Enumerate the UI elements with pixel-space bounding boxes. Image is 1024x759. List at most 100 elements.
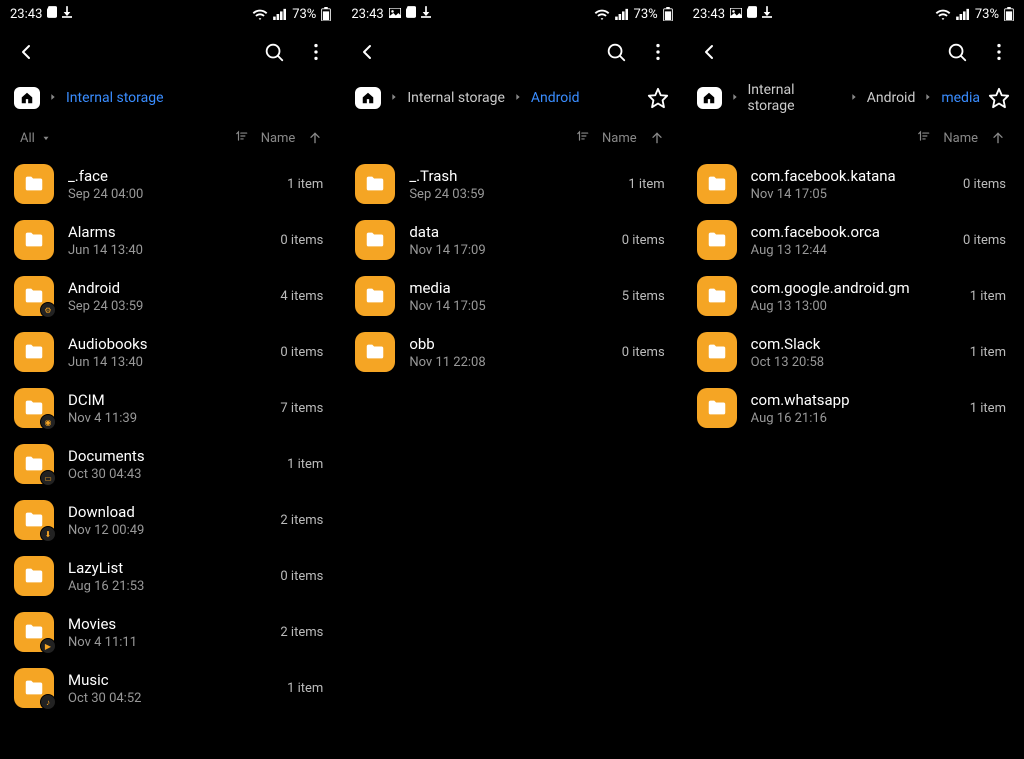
status-screenshot-icon (389, 7, 401, 22)
favorite-star-button[interactable] (647, 87, 669, 109)
folder-name: media (409, 279, 607, 297)
folder-row[interactable]: ◉DCIMNov 4 11:397 items (0, 380, 341, 436)
breadcrumb-item[interactable]: Internal storage (66, 90, 164, 106)
breadcrumb-item[interactable]: Internal storage (407, 90, 505, 106)
folder-row[interactable]: ▭DocumentsOct 30 04:431 item (0, 436, 341, 492)
wifi-icon (935, 8, 951, 20)
folder-item-count: 2 items (280, 513, 323, 528)
sort-bar: All Name (0, 120, 341, 156)
back-button[interactable] (355, 40, 379, 64)
folder-name: obb (409, 335, 607, 353)
clock: 23:43 (351, 7, 383, 22)
battery-icon (1004, 7, 1014, 21)
folder-icon (697, 276, 737, 316)
folder-item-count: 1 item (287, 177, 323, 192)
file-manager-screen: 23:4373% Internal storage All Name _.faceSep… (0, 0, 341, 759)
folder-row[interactable]: ⬇DownloadNov 12 00:492 items (0, 492, 341, 548)
clock: 23:43 (10, 7, 42, 22)
folder-date: Oct 30 04:52 (68, 691, 273, 706)
filter-all-dropdown[interactable]: All (20, 131, 51, 146)
file-list[interactable]: _.TrashSep 24 03:591 itemdataNov 14 17:0… (341, 156, 682, 759)
folder-date: Aug 16 21:53 (68, 579, 266, 594)
folder-row[interactable]: com.SlackOct 13 20:581 item (683, 324, 1024, 380)
folder-name: com.Slack (751, 335, 956, 353)
folder-row[interactable]: ♪MusicOct 30 04:521 item (0, 660, 341, 716)
breadcrumb-home-button[interactable] (697, 87, 722, 109)
folder-row[interactable]: AlarmsJun 14 13:400 items (0, 212, 341, 268)
battery-icon (663, 7, 673, 21)
more-options-button[interactable] (988, 41, 1010, 63)
breadcrumb-item[interactable]: media (941, 90, 980, 106)
file-list[interactable]: com.facebook.katanaNov 14 17:050 itemsco… (683, 156, 1024, 759)
folder-row[interactable]: mediaNov 14 17:055 items (341, 268, 682, 324)
folder-item-count: 4 items (280, 289, 323, 304)
battery-percent: 73% (975, 7, 999, 22)
more-options-button[interactable] (647, 41, 669, 63)
back-button[interactable] (14, 40, 38, 64)
sort-bar: Name (683, 120, 1024, 156)
folder-icon (355, 276, 395, 316)
wifi-icon (252, 8, 268, 20)
breadcrumb: Internal storage Android (341, 76, 682, 120)
sort-direction-button[interactable] (990, 130, 1006, 146)
folder-icon: ◉ (14, 388, 54, 428)
breadcrumb-item[interactable]: Internal storage (748, 82, 841, 114)
app-bar (683, 28, 1024, 76)
folder-row[interactable]: AudiobooksJun 14 13:400 items (0, 324, 341, 380)
folder-row[interactable]: com.whatsappAug 16 21:161 item (683, 380, 1024, 436)
folder-name: Download (68, 503, 266, 521)
folder-row[interactable]: dataNov 14 17:090 items (341, 212, 682, 268)
folder-badge-icon: ▭ (40, 470, 56, 486)
folder-row[interactable]: com.google.android.gmAug 13 13:001 item (683, 268, 1024, 324)
favorite-star-button[interactable] (988, 87, 1010, 109)
folder-row[interactable]: com.facebook.orcaAug 13 12:440 items (683, 212, 1024, 268)
status-bar: 23:4373% (0, 0, 341, 28)
folder-date: Nov 4 11:39 (68, 411, 266, 426)
folder-row[interactable]: _.faceSep 24 04:001 item (0, 156, 341, 212)
folder-name: Movies (68, 615, 266, 633)
breadcrumb-home-button[interactable] (14, 87, 40, 109)
more-options-button[interactable] (305, 41, 327, 63)
folder-row[interactable]: obbNov 11 22:080 items (341, 324, 682, 380)
folder-date: Sep 24 03:59 (409, 187, 614, 202)
breadcrumb-separator-icon (923, 90, 933, 106)
breadcrumb-separator-icon (730, 90, 740, 106)
folder-row[interactable]: LazyListAug 16 21:530 items (0, 548, 341, 604)
folder-badge-icon: ◉ (40, 414, 56, 430)
folder-badge-icon: ⬇ (40, 526, 56, 542)
sort-by-name[interactable]: Name (602, 131, 637, 146)
folder-date: Jun 14 13:40 (68, 243, 266, 258)
folder-row[interactable]: _.TrashSep 24 03:591 item (341, 156, 682, 212)
status-screenshot-icon (730, 7, 742, 22)
folder-badge-icon: ⚙ (40, 302, 56, 318)
file-list[interactable]: _.faceSep 24 04:001 itemAlarmsJun 14 13:… (0, 156, 341, 759)
status-download-icon (62, 6, 72, 22)
folder-item-count: 0 items (963, 233, 1006, 248)
signal-icon (273, 8, 287, 20)
sort-by-name[interactable]: Name (943, 131, 978, 146)
folder-icon: ⚙ (14, 276, 54, 316)
folder-row[interactable]: ▶MoviesNov 4 11:112 items (0, 604, 341, 660)
app-bar (341, 28, 682, 76)
folder-icon (355, 220, 395, 260)
search-button[interactable] (605, 41, 627, 63)
folder-name: Documents (68, 447, 273, 465)
sort-by-name[interactable]: Name (261, 131, 296, 146)
folder-date: Nov 14 17:05 (409, 299, 607, 314)
breadcrumb-home-button[interactable] (355, 87, 381, 109)
sort-direction-button[interactable] (307, 130, 323, 146)
folder-date: Sep 24 03:59 (68, 299, 266, 314)
folder-icon (697, 220, 737, 260)
back-button[interactable] (697, 40, 721, 64)
status-sdcard-icon (47, 6, 57, 22)
folder-row[interactable]: com.facebook.katanaNov 14 17:050 items (683, 156, 1024, 212)
breadcrumb: Internal storage (0, 76, 341, 120)
sort-direction-button[interactable] (649, 130, 665, 146)
folder-icon (14, 556, 54, 596)
breadcrumb-item[interactable]: Android (531, 90, 580, 106)
search-button[interactable] (263, 41, 285, 63)
breadcrumb-item[interactable]: Android (867, 90, 916, 106)
search-button[interactable] (946, 41, 968, 63)
folder-row[interactable]: ⚙AndroidSep 24 03:594 items (0, 268, 341, 324)
folder-date: Aug 16 21:16 (751, 411, 956, 426)
